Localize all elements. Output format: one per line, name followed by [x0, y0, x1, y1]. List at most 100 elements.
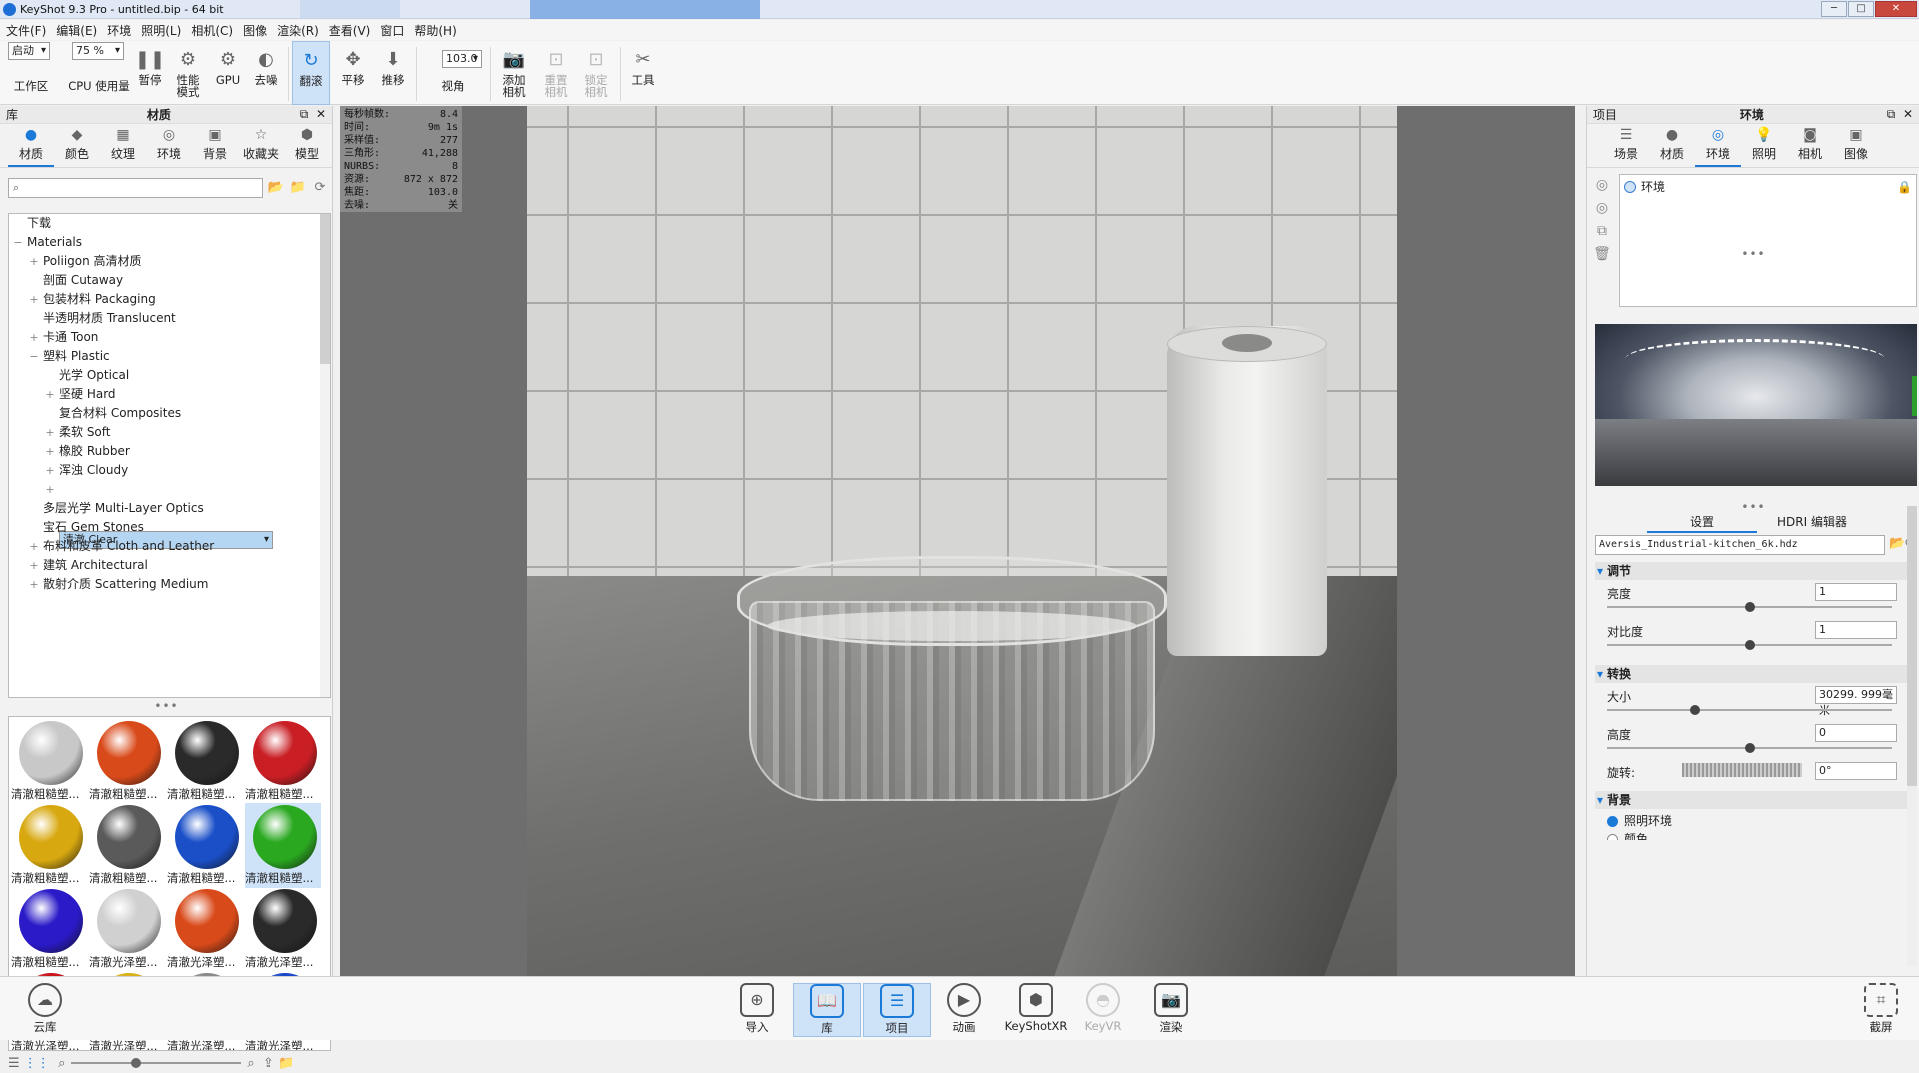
tab-environments[interactable]: ◎ 环境 [146, 124, 192, 167]
contrast-input[interactable]: 1 [1815, 621, 1897, 639]
tree-scroll-thumb[interactable] [320, 214, 330, 364]
menu-view[interactable]: 查看(V) [329, 22, 371, 39]
material-thumbnail[interactable]: 清澈光泽塑... [245, 887, 321, 972]
environment-preview-icon[interactable]: ⧉ [1593, 222, 1611, 240]
search-input[interactable]: ⌕ [8, 178, 263, 198]
tab-materials[interactable]: ● 材质 [8, 124, 54, 167]
undock-icon[interactable]: ⧉ [300, 107, 309, 121]
hdri-scrollbar[interactable] [1912, 376, 1917, 416]
height-slider-knob[interactable] [1744, 743, 1755, 753]
add-folder-icon[interactable]: 📁 [278, 1056, 294, 1071]
menu-help[interactable]: 帮助(H) [414, 22, 456, 39]
tree-item[interactable]: 半透明材质 Translucent [9, 309, 330, 328]
library-button[interactable]: 📖 库 [793, 983, 861, 1037]
expand-icon[interactable]: + [45, 423, 55, 442]
tab-lighting[interactable]: 💡 照明 [1741, 124, 1787, 167]
background-option-color[interactable]: 颜色 [1607, 830, 1917, 840]
collapse-icon[interactable]: − [29, 347, 39, 366]
tab-settings[interactable]: 设置 [1647, 513, 1757, 533]
menu-file[interactable]: 文件(F) [6, 22, 46, 39]
keyshotxr-button[interactable]: ⬢ KeyShotXR [1002, 983, 1070, 1037]
radio-unselected-icon[interactable] [1607, 834, 1618, 840]
height-input[interactable]: 0 [1815, 724, 1897, 742]
render-viewport[interactable]: 每秒帧数: 8.4 时间: 9m 1s 采样值: 277 三角形: 41,288 NURBS: 8… [340, 106, 1575, 976]
tree-item[interactable]: + 卡通 Toon [9, 328, 330, 347]
render-button[interactable]: 📷 渲染 [1140, 983, 1202, 1037]
hdr-file-field[interactable]: Aversis_Industrial-kitchen_6k.hdz [1595, 535, 1885, 555]
maximize-button[interactable]: □ [1848, 1, 1874, 17]
tree-item[interactable]: + 柔软 Soft [9, 423, 330, 442]
performance-mode-button[interactable]: ⚙ 性能模式 [170, 41, 206, 105]
size-slider[interactable] [1607, 705, 1892, 715]
menu-edit[interactable]: 编辑(E) [56, 22, 97, 39]
contrast-slider-knob[interactable] [1744, 640, 1755, 650]
radio-selected-icon[interactable] [1607, 816, 1618, 827]
expand-icon[interactable]: + [29, 252, 39, 271]
animation-button[interactable]: ▶ 动画 [933, 983, 995, 1037]
menu-camera[interactable]: 相机(C) [191, 22, 233, 39]
settings-scrollbar[interactable] [1907, 506, 1917, 966]
cloud-library-button[interactable]: ☁ 云库 [14, 983, 76, 1037]
contrast-slider[interactable] [1607, 640, 1892, 650]
menu-lighting[interactable]: 照明(L) [141, 22, 181, 39]
adjust-section-header[interactable]: 调节 [1595, 562, 1910, 580]
pause-button[interactable]: ❚❚ 暂停 [134, 41, 166, 105]
duplicate-environment-icon[interactable]: ◎ [1593, 199, 1611, 217]
tab-favorites[interactable]: ☆ 收藏夹 [238, 124, 284, 167]
transform-section-header[interactable]: 转换 [1595, 665, 1910, 683]
tree-item[interactable]: 光学 Optical [9, 366, 330, 385]
material-thumbnail[interactable]: 清澈粗糙塑... [167, 719, 243, 804]
expand-icon[interactable]: + [29, 290, 39, 309]
menu-window[interactable]: 窗口 [380, 22, 404, 39]
splitter-handle[interactable]: ••• [0, 699, 333, 713]
panel-close-icon[interactable]: ✕ [316, 107, 326, 121]
tab-colors[interactable]: ◆ 颜色 [54, 124, 100, 167]
tab-image[interactable]: ▣ 图像 [1833, 124, 1879, 167]
denoise-button[interactable]: ◐ 去噪 [248, 41, 284, 105]
tab-environment[interactable]: ◎ 环境 [1695, 124, 1741, 167]
panel-close-icon[interactable]: ✕ [1903, 107, 1913, 121]
tree-item[interactable]: − Materials [9, 233, 330, 252]
settings-scroll-thumb[interactable] [1907, 506, 1917, 786]
material-thumbnail[interactable]: 清澈粗糙塑... [89, 803, 165, 888]
tab-backplates[interactable]: ▣ 背景 [192, 124, 238, 167]
folder-open-icon[interactable]: 📂 [267, 179, 285, 197]
rotation-dial[interactable] [1682, 763, 1802, 777]
lock-icon[interactable]: 🔒 [1897, 180, 1912, 194]
folder-add-icon[interactable]: 📁 [289, 179, 307, 197]
hdri-preview[interactable] [1595, 324, 1917, 486]
collapse-icon[interactable]: − [13, 233, 23, 252]
minimize-button[interactable]: ─ [1821, 1, 1847, 17]
splitter-handle[interactable]: ••• [1587, 247, 1919, 261]
refresh-icon[interactable]: ⟳ [311, 179, 329, 197]
tree-item[interactable]: + 包装材料 Packaging [9, 290, 330, 309]
lock-camera-button[interactable]: ⊡ 锁定相机 [576, 41, 616, 105]
tumble-button[interactable]: ↻ 翻滚 [292, 41, 330, 105]
folder-open-icon[interactable]: 📂 [1889, 536, 1905, 551]
brightness-input[interactable]: 1 [1815, 583, 1897, 601]
tree-item[interactable]: 多层光学 Multi-Layer Optics [9, 499, 330, 518]
menu-environment[interactable]: 环境 [107, 22, 131, 39]
material-thumbnail[interactable]: 清澈粗糙塑... [245, 803, 321, 888]
tab-project-materials[interactable]: ● 材质 [1649, 124, 1695, 167]
expand-icon[interactable]: + [29, 575, 39, 594]
tab-scene[interactable]: ☰ 场景 [1603, 124, 1649, 167]
list-view-icon[interactable]: ☰ [8, 1056, 20, 1071]
expand-icon[interactable]: + [29, 537, 39, 556]
expand-icon[interactable]: + [45, 461, 55, 480]
tree-item[interactable]: 下载 [9, 214, 330, 233]
pan-button[interactable]: ✥ 平移 [334, 41, 372, 105]
expand-icon[interactable]: + [29, 328, 39, 347]
tab-textures[interactable]: ▦ 纹理 [100, 124, 146, 167]
tree-item[interactable]: + 建筑 Architectural [9, 556, 330, 575]
expand-icon[interactable]: + [45, 385, 55, 404]
workspace-button[interactable]: 工作区 [10, 41, 52, 105]
tree-item[interactable]: + 散射介质 Scattering Medium [9, 575, 330, 594]
screenshot-button[interactable]: ⌗ 截屏 [1850, 983, 1912, 1037]
project-button[interactable]: ☰ 项目 [863, 983, 931, 1037]
brightness-slider[interactable] [1607, 602, 1892, 612]
material-thumbnail[interactable]: 清澈粗糙塑... [89, 719, 165, 804]
expand-icon[interactable]: + [45, 480, 55, 499]
menu-image[interactable]: 图像 [243, 22, 267, 39]
expand-icon[interactable]: + [45, 442, 55, 461]
